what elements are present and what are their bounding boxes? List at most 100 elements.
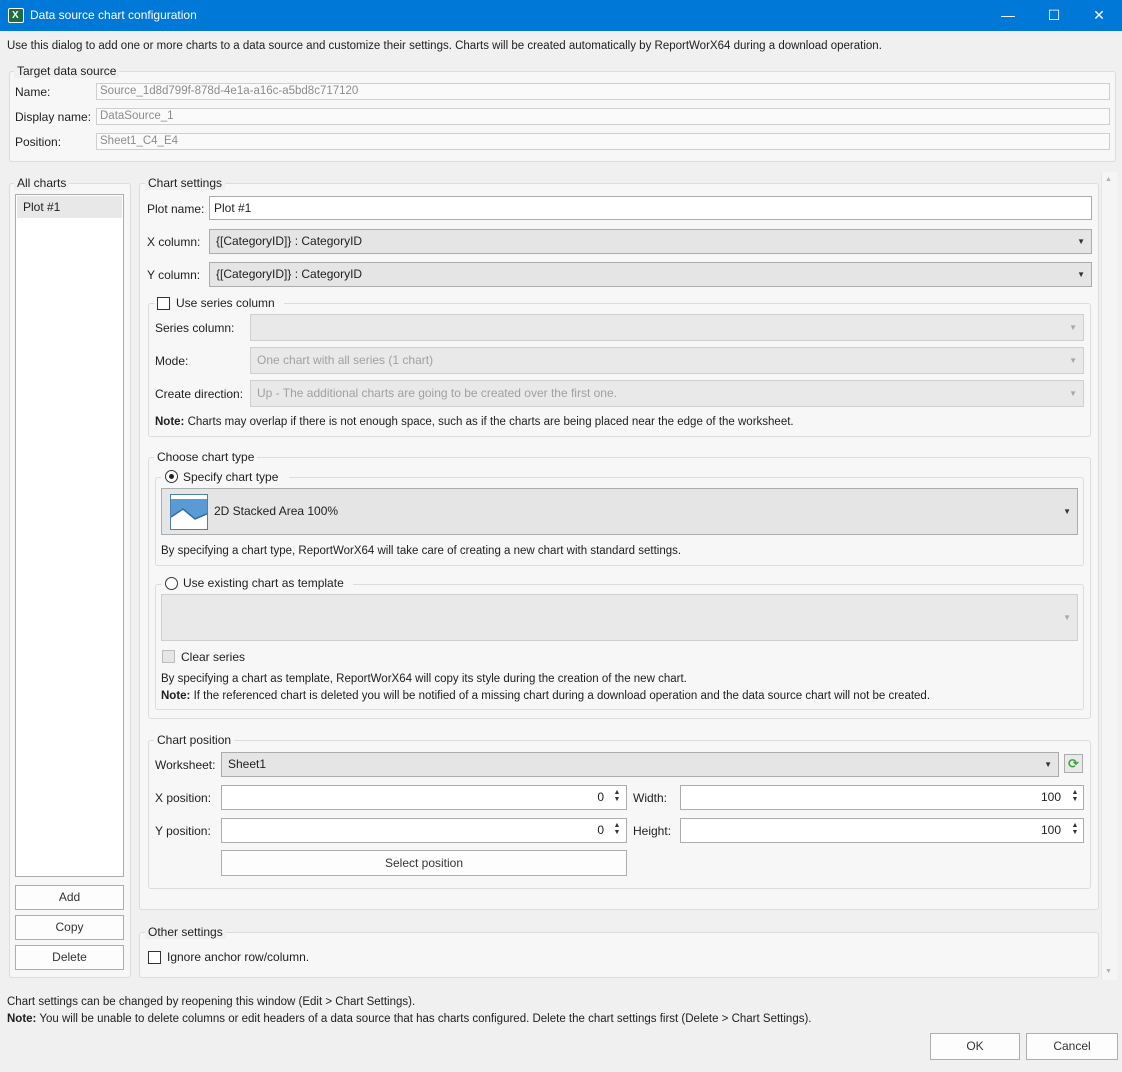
footer-line-1: Chart settings can be changed by reopeni… (7, 996, 416, 1008)
display-name-label: Display name: (15, 110, 92, 124)
x-position-input[interactable]: 0 (221, 785, 627, 810)
window-title: Data source chart configuration (30, 8, 197, 22)
copy-button[interactable]: Copy (15, 915, 124, 940)
series-note: Note: Charts may overlap if there is not… (155, 414, 794, 430)
template-chart-select[interactable]: ▼ (161, 594, 1078, 641)
name-label: Name: (15, 85, 51, 99)
footer-note: Note: You will be unable to delete colum… (7, 1011, 811, 1027)
display-name-field[interactable]: DataSource_1 (96, 108, 1110, 125)
clear-series-label: Clear series (181, 650, 246, 664)
spin-up-icon[interactable]: ▲ (1068, 789, 1082, 796)
specify-description: By specifying a chart type, ReportWorX64… (161, 545, 682, 557)
y-position-input[interactable]: 0 (221, 818, 627, 843)
position-field[interactable]: Sheet1_C4_E4 (96, 133, 1110, 150)
x-column-select[interactable]: {[CategoryID]} : CategoryID ▼ (209, 229, 1092, 254)
y-position-spinner[interactable]: ▲ ▼ (610, 822, 624, 836)
chart-settings-legend: Chart settings (145, 176, 226, 190)
target-data-source-legend: Target data source (14, 64, 120, 78)
series-column-select[interactable]: ▼ (250, 314, 1084, 341)
ok-button[interactable]: OK (930, 1033, 1020, 1060)
use-template-radio[interactable] (165, 577, 178, 590)
delete-button[interactable]: Delete (15, 945, 124, 970)
create-direction-label: Create direction: (155, 387, 244, 401)
title-bar: Data source chart configuration — ☐ ✕ (0, 0, 1122, 31)
plot-name-input[interactable]: Plot #1 (209, 196, 1092, 220)
use-series-label: Use series column (176, 296, 275, 310)
scroll-down-icon[interactable]: ▼ (1105, 968, 1112, 975)
height-input[interactable]: 100 (680, 818, 1084, 843)
width-input[interactable]: 100 (680, 785, 1084, 810)
y-column-select[interactable]: {[CategoryID]} : CategoryID ▼ (209, 262, 1092, 287)
x-position-spinner[interactable]: ▲ ▼ (610, 789, 624, 803)
spin-down-icon[interactable]: ▼ (1068, 796, 1082, 803)
cancel-button[interactable]: Cancel (1026, 1033, 1118, 1060)
spin-up-icon[interactable]: ▲ (610, 822, 624, 829)
charts-list[interactable]: Plot #1 (15, 194, 124, 877)
spin-up-icon[interactable]: ▲ (610, 789, 624, 796)
specify-chart-type-radio[interactable] (165, 470, 178, 483)
spin-up-icon[interactable]: ▲ (1068, 822, 1082, 829)
chart-position-legend: Chart position (154, 733, 235, 747)
stacked-area-chart-icon (170, 494, 208, 530)
height-label: Height: (633, 824, 672, 838)
y-column-value: {[CategoryID]} : CategoryID (216, 267, 363, 281)
minimize-button[interactable]: — (985, 0, 1031, 31)
template-note-bold: Note: (161, 690, 191, 702)
create-direction-select[interactable]: Up - The additional charts are going to … (250, 380, 1084, 407)
mode-value: One chart with all series (1 chart) (257, 353, 434, 367)
template-description: By specifying a chart as template, Repor… (161, 673, 687, 685)
template-note-text: If the referenced chart is deleted you w… (190, 690, 931, 702)
width-spinner[interactable]: ▲ ▼ (1068, 789, 1082, 803)
select-position-button[interactable]: Select position (221, 850, 627, 876)
plot-name-label: Plot name: (147, 202, 205, 216)
refresh-icon[interactable]: ⟳ (1064, 754, 1083, 773)
series-note-bold: Note: (155, 416, 185, 428)
position-label: Position: (15, 135, 62, 149)
spin-down-icon[interactable]: ▼ (1068, 829, 1082, 836)
chevron-down-icon: ▼ (1077, 237, 1085, 246)
all-charts-legend: All charts (14, 176, 70, 190)
spin-down-icon[interactable]: ▼ (610, 829, 624, 836)
chevron-down-icon: ▼ (1069, 356, 1077, 365)
chart-type-select[interactable]: 2D Stacked Area 100% ▼ (161, 488, 1078, 535)
maximize-button[interactable]: ☐ (1031, 0, 1077, 31)
height-spinner[interactable]: ▲ ▼ (1068, 822, 1082, 836)
x-column-value: {[CategoryID]} : CategoryID (216, 234, 363, 248)
close-button[interactable]: ✕ (1076, 0, 1122, 31)
vertical-scrollbar[interactable]: ▲ ▼ (1101, 172, 1117, 980)
footer-note-text: You will be unable to delete columns or … (36, 1013, 812, 1025)
mode-select[interactable]: One chart with all series (1 chart) ▼ (250, 347, 1084, 374)
use-series-checkbox[interactable] (157, 297, 170, 310)
clear-series-checkbox[interactable] (162, 650, 175, 663)
use-template-label: Use existing chart as template (183, 576, 344, 590)
worksheet-value: Sheet1 (228, 757, 267, 771)
ignore-anchor-checkbox[interactable] (148, 951, 161, 964)
create-direction-value: Up - The additional charts are going to … (257, 386, 617, 400)
y-column-label: Y column: (147, 268, 201, 282)
template-note: Note: If the referenced chart is deleted… (161, 688, 930, 704)
ignore-anchor-label: Ignore anchor row/column. (167, 950, 310, 964)
intro-text: Use this dialog to add one or more chart… (7, 40, 882, 52)
name-field[interactable]: Source_1d8d799f-878d-4e1a-a16c-a5bd8c717… (96, 83, 1110, 100)
y-position-label: Y position: (155, 824, 211, 838)
x-position-label: X position: (155, 791, 212, 805)
excel-app-icon (8, 8, 24, 23)
series-note-text: Charts may overlap if there is not enoug… (184, 416, 794, 428)
chevron-down-icon: ▼ (1063, 613, 1071, 622)
footer-note-bold: Note: (7, 1013, 37, 1025)
worksheet-label: Worksheet: (155, 758, 216, 772)
width-label: Width: (633, 791, 668, 805)
worksheet-select[interactable]: Sheet1 ▼ (221, 752, 1059, 777)
chevron-down-icon: ▼ (1063, 507, 1071, 516)
add-button[interactable]: Add (15, 885, 124, 910)
chart-type-value: 2D Stacked Area 100% (214, 504, 339, 518)
spin-down-icon[interactable]: ▼ (610, 796, 624, 803)
x-column-label: X column: (147, 235, 201, 249)
choose-chart-type-legend: Choose chart type (154, 450, 258, 464)
mode-label: Mode: (155, 354, 189, 368)
chevron-down-icon: ▼ (1044, 760, 1052, 769)
chevron-down-icon: ▼ (1069, 323, 1077, 332)
chevron-down-icon: ▼ (1069, 389, 1077, 398)
list-item[interactable]: Plot #1 (17, 196, 122, 218)
scroll-up-icon[interactable]: ▲ (1105, 176, 1112, 183)
